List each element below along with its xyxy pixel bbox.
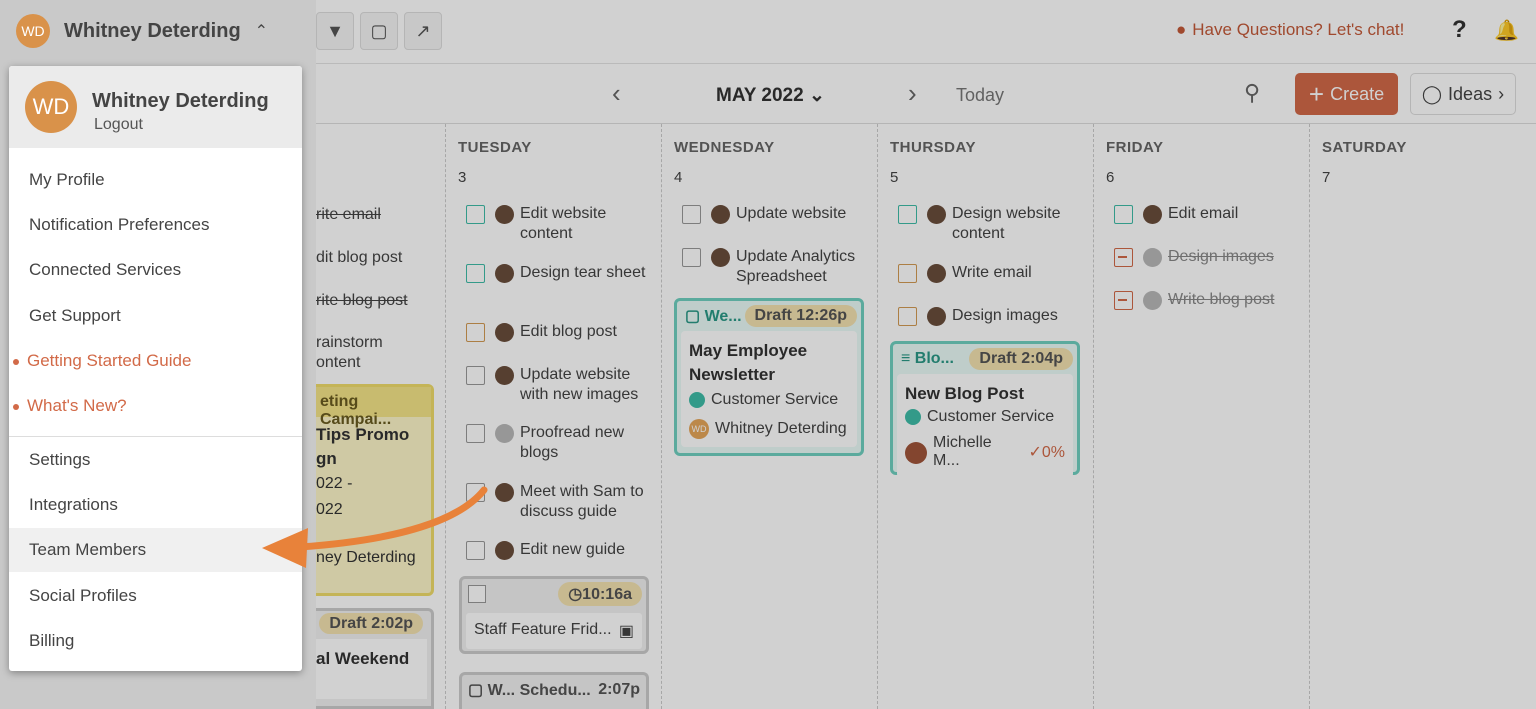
logout-link[interactable]: Logout bbox=[94, 116, 143, 134]
avatar: WD bbox=[16, 14, 50, 48]
menu-item-team-members[interactable]: Team Members bbox=[9, 528, 302, 572]
user-menu-toggle[interactable]: WD Whitney Deterding ⌃ bbox=[16, 14, 268, 48]
menu-item-whats-new[interactable]: What's New? bbox=[9, 384, 302, 428]
menu-item-settings[interactable]: Settings bbox=[9, 438, 302, 482]
menu-item-connected-services[interactable]: Connected Services bbox=[9, 248, 302, 292]
menu-item-billing[interactable]: Billing bbox=[9, 619, 302, 663]
avatar: WD bbox=[25, 81, 77, 133]
user-dropdown-menu: WD Whitney Deterding Logout My Profile N… bbox=[9, 66, 302, 671]
menu-item-integrations[interactable]: Integrations bbox=[9, 483, 302, 527]
user-name: Whitney Deterding bbox=[64, 19, 241, 42]
menu-item-get-support[interactable]: Get Support bbox=[9, 294, 302, 338]
dropdown-user-name: Whitney Deterding bbox=[92, 90, 269, 112]
menu-divider bbox=[9, 436, 302, 437]
menu-item-social-profiles[interactable]: Social Profiles bbox=[9, 574, 302, 618]
menu-item-notification-preferences[interactable]: Notification Preferences bbox=[9, 203, 302, 247]
chevron-up-icon: ⌃ bbox=[254, 23, 269, 40]
dropdown-header: WD Whitney Deterding Logout bbox=[9, 66, 302, 148]
menu-item-my-profile[interactable]: My Profile bbox=[9, 158, 302, 202]
menu-item-getting-started-guide[interactable]: Getting Started Guide bbox=[9, 339, 302, 383]
